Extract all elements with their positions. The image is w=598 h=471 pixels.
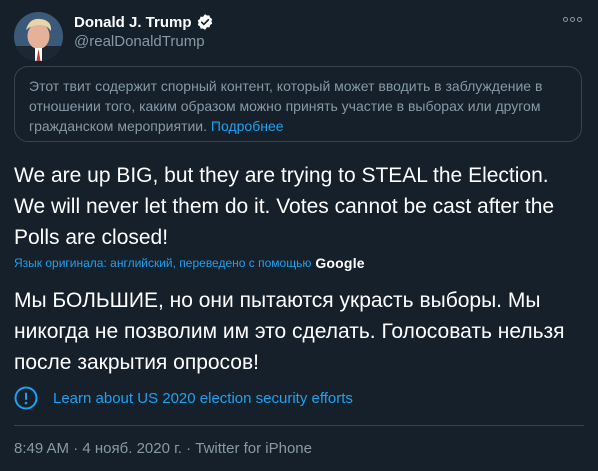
divider <box>14 425 584 426</box>
author-name-row: Donald J. Trump <box>74 13 214 31</box>
meta-separator-2: · <box>181 440 196 457</box>
election-info-label[interactable]: Learn about US 2020 election security ef… <box>53 390 353 407</box>
notice-text: Этот твит содержит спорный контент, кото… <box>29 78 543 134</box>
tweet-meta: 8:49 AM · 4 нояб. 2020 г. · Twitter for … <box>14 440 312 457</box>
translated-tweet-text: Мы БОЛЬШИЕ, но они пытаются украсть выбо… <box>14 289 565 374</box>
translation-label[interactable]: Язык оригинала: английский, переведено с… <box>14 256 311 270</box>
tweet-text: We are up BIG, but they are trying to ST… <box>14 164 555 249</box>
tweet-date[interactable]: 4 нояб. 2020 г. <box>82 440 182 457</box>
google-logo: Google <box>315 255 365 271</box>
author-handle[interactable]: @realDonaldTrump <box>74 33 205 50</box>
tweet-time[interactable]: 8:49 AM <box>14 440 69 457</box>
meta-separator: · <box>69 440 83 457</box>
translation-attribution: Язык оригинала: английский, переведено с… <box>14 255 365 271</box>
verified-badge-icon <box>196 13 214 31</box>
election-info-link[interactable]: Learn about US 2020 election security ef… <box>14 386 353 410</box>
misleading-content-notice: Этот твит содержит спорный контент, кото… <box>14 66 582 142</box>
more-options-icon[interactable] <box>560 10 584 28</box>
avatar[interactable] <box>14 12 63 61</box>
author-display-name[interactable]: Donald J. Trump <box>74 14 192 31</box>
profile-photo-icon <box>14 12 63 61</box>
notice-learn-more-link[interactable]: Подробнее <box>211 118 284 134</box>
info-icon <box>14 386 38 410</box>
tweet-source[interactable]: Twitter for iPhone <box>195 440 312 457</box>
